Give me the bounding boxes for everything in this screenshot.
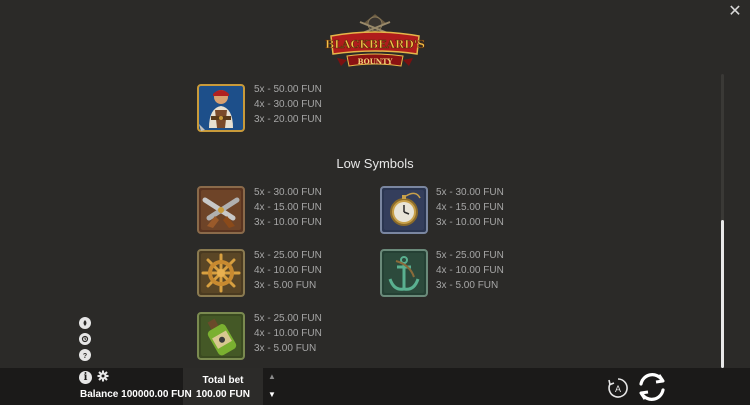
spin-icon — [639, 373, 665, 401]
scrollbar-thumb[interactable] — [721, 220, 724, 368]
autoplay-button[interactable]: A — [606, 376, 630, 400]
info-icon[interactable]: i — [79, 371, 92, 384]
total-bet-label: Total bet — [202, 375, 244, 386]
pirate-symbol-icon — [197, 84, 245, 132]
pay-line: 3x - 10.00 FUN — [436, 217, 504, 228]
pay-line: 3x - 10.00 FUN — [254, 217, 322, 228]
balance-display: Balance 100000.00 FUN — [80, 389, 192, 400]
pirate-paytable: 5x - 50.00 FUN 4x - 30.00 FUN 3x - 20.00… — [254, 82, 322, 127]
side-icon-group: ? — [79, 317, 93, 365]
low-symbols-heading: Low Symbols — [336, 156, 414, 171]
pay-line: 3x - 5.00 FUN — [254, 343, 317, 354]
pay-line: 5x - 25.00 FUN — [436, 250, 504, 261]
watch-paytable: 5x - 30.00 FUN 4x - 15.00 FUN 3x - 10.00… — [436, 185, 504, 230]
ship-wheel-icon — [197, 249, 245, 297]
svg-text:?: ? — [83, 353, 87, 359]
pay-line: 4x - 15.00 FUN — [436, 202, 504, 213]
pay-line: 4x - 10.00 FUN — [436, 265, 504, 276]
wheel-paytable: 5x - 25.00 FUN 4x - 10.00 FUN 3x - 5.00 … — [254, 248, 322, 293]
rum-bottle-icon — [197, 312, 245, 360]
gear-icon[interactable] — [96, 370, 109, 383]
bet-decrease-button[interactable]: ▼ — [268, 391, 276, 399]
pay-line: 3x - 5.00 FUN — [254, 280, 317, 291]
pay-line: 5x - 30.00 FUN — [436, 187, 504, 198]
anchor-paytable: 5x - 25.00 FUN 4x - 10.00 FUN 3x - 5.00 … — [436, 248, 504, 293]
pay-line: 3x - 5.00 FUN — [436, 280, 499, 291]
paytable-content[interactable]: 5x - 50.00 FUN 4x - 30.00 FUN 3x - 20.00… — [0, 0, 750, 368]
pay-line: 4x - 10.00 FUN — [254, 328, 322, 339]
anchor-icon — [380, 249, 428, 297]
pay-line: 4x - 30.00 FUN — [254, 99, 322, 110]
pay-line: 5x - 30.00 FUN — [254, 187, 322, 198]
pay-line: 5x - 50.00 FUN — [254, 84, 322, 95]
pay-line: 3x - 20.00 FUN — [254, 114, 322, 125]
bet-increase-button[interactable]: ▲ — [268, 373, 276, 381]
pay-line: 4x - 15.00 FUN — [254, 202, 322, 213]
autoplay-label: A — [615, 384, 621, 394]
help-icon[interactable]: ? — [79, 349, 91, 361]
pay-line: 4x - 10.00 FUN — [254, 265, 322, 276]
pay-line: 5x - 25.00 FUN — [254, 313, 322, 324]
history-icon[interactable] — [79, 333, 91, 345]
rum-paytable: 5x - 25.00 FUN 4x - 10.00 FUN 3x - 5.00 … — [254, 311, 322, 356]
crossed-pistols-icon — [197, 186, 245, 234]
total-bet-value: 100.00 FUN — [196, 389, 250, 400]
pistols-paytable: 5x - 30.00 FUN 4x - 15.00 FUN 3x - 10.00… — [254, 185, 322, 230]
pay-line: 5x - 25.00 FUN — [254, 250, 322, 261]
pocket-watch-icon — [380, 186, 428, 234]
spin-button[interactable] — [635, 370, 669, 404]
turbo-icon[interactable] — [79, 317, 91, 329]
